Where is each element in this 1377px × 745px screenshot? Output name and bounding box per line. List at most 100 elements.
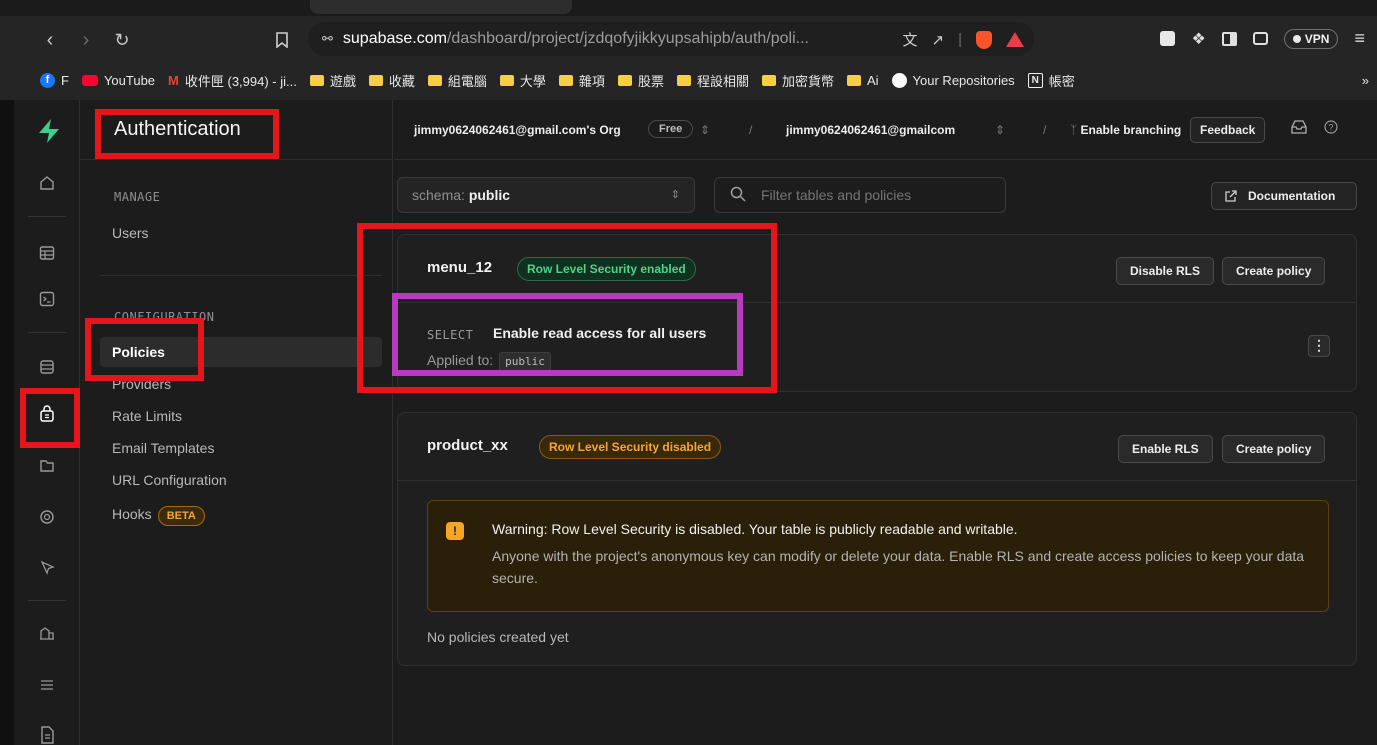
chevron-updown-icon: ⇕ (670, 189, 680, 201)
logs-icon[interactable] (36, 674, 58, 696)
bookmark-folder[interactable]: 股票 (617, 71, 664, 90)
bookmark-label: Your Repositories (912, 72, 1015, 88)
folder-icon (427, 74, 442, 86)
warning-icon: ! (446, 522, 464, 540)
enable-branching-button[interactable]: ᛉ Enable branching (1070, 123, 1181, 137)
vpn-button[interactable]: VPN (1283, 28, 1339, 49)
active-tab[interactable] (310, 0, 572, 14)
divider: | (958, 31, 962, 48)
bookmark-folder[interactable]: 收藏 (368, 71, 415, 90)
sidebar-item-label: Hooks (112, 506, 152, 522)
folder-icon (676, 74, 691, 86)
supabase-logo-icon[interactable] (36, 118, 62, 144)
sidebar-toggle-icon[interactable] (1221, 31, 1237, 46)
help-icon[interactable]: ? (1324, 120, 1338, 137)
browser-toolbar: ‹ › ↻ ⚯ supabase.com/dashboard/project/j… (0, 16, 1377, 64)
inbox-icon[interactable] (1291, 120, 1307, 137)
storage-icon[interactable] (36, 454, 58, 476)
bookmarks-overflow-button[interactable]: » (1362, 73, 1369, 88)
bookmark-label: F (61, 72, 69, 88)
brave-shields-icon[interactable] (976, 30, 992, 49)
bookmark-label: 加密貨幣 (781, 73, 834, 89)
bookmark-label: 帳密 (1048, 73, 1075, 89)
address-bar[interactable]: ⚯ supabase.com/dashboard/project/jzdqofy… (308, 22, 1034, 56)
folder-icon (761, 74, 776, 86)
bookmark-folder[interactable]: 大學 (499, 71, 546, 90)
bookmark-folder[interactable]: 組電腦 (427, 71, 487, 90)
sidebar-item-email-templates[interactable]: Email Templates (112, 437, 214, 459)
facebook-icon: f (40, 72, 55, 88)
feedback-button[interactable]: Feedback (1190, 117, 1266, 143)
bookmark-github[interactable]: Your Repositories (891, 72, 1015, 88)
home-icon[interactable] (36, 172, 58, 194)
menu-icon[interactable]: ≡ (1354, 28, 1365, 49)
create-policy-button[interactable]: Create policy (1222, 435, 1326, 463)
chevron-updown-icon[interactable]: ⇕ (700, 123, 710, 137)
bookmark-gmail[interactable]: M 收件匣 (3,994) - ji... (168, 71, 297, 90)
branch-icon: ᛉ (1070, 123, 1078, 137)
github-icon (891, 72, 907, 88)
rail-divider (28, 216, 66, 217)
vpn-label: VPN (1304, 31, 1330, 46)
table-editor-icon[interactable] (36, 242, 58, 264)
back-icon[interactable]: ‹ (38, 28, 62, 52)
bookmark-label: 雜項 (578, 73, 605, 89)
brave-rewards-icon[interactable] (1006, 32, 1024, 47)
schema-prefix: schema: (412, 187, 465, 203)
create-policy-button[interactable]: Create policy (1222, 257, 1326, 285)
database-icon[interactable] (36, 356, 58, 378)
breadcrumb-separator: / (1043, 123, 1047, 137)
filter-tables-input[interactable] (714, 177, 1006, 213)
rail-divider (28, 332, 66, 333)
svg-text:?: ? (1328, 123, 1333, 133)
edge-functions-icon[interactable] (36, 506, 58, 528)
bookmark-folder[interactable]: 遊戲 (309, 71, 356, 90)
youtube-icon (81, 74, 98, 86)
table-card-header: product_xx Row Level Security disabled E… (398, 413, 1356, 481)
app-root: ‹ › ↻ ⚯ supabase.com/dashboard/project/j… (0, 0, 1377, 745)
plan-badge: Free (648, 120, 694, 138)
bookmark-youtube[interactable]: YouTube (81, 73, 155, 88)
rls-warning-alert: ! Warning: Row Level Security is disable… (427, 500, 1329, 612)
site-settings-icon[interactable]: ⚯ (322, 31, 333, 47)
sidebar-item-users[interactable]: Users (112, 222, 149, 244)
bookmark-folder[interactable]: 雜項 (558, 71, 605, 90)
policy-actions-menu-icon[interactable]: ⋮ (1308, 335, 1330, 357)
api-docs-icon[interactable] (36, 724, 58, 745)
reports-icon[interactable] (36, 622, 58, 644)
bookmark-folder[interactable]: Ai (846, 73, 879, 88)
folder-icon (368, 74, 383, 86)
extensions-icon[interactable]: ❖ (1191, 29, 1205, 49)
chevron-updown-icon[interactable]: ⇕ (995, 123, 1005, 137)
bookmark-label: 大學 (519, 73, 546, 89)
annotation-box-title (95, 109, 279, 159)
org-selector[interactable]: jimmy0624062461@gmail.com's Org (414, 123, 621, 137)
project-selector[interactable]: jimmy0624062461@gmailcom (786, 123, 955, 137)
sql-editor-icon[interactable] (36, 288, 58, 310)
bookmark-page-icon[interactable] (270, 28, 294, 52)
overflow-label: » (1361, 72, 1369, 88)
bookmark-folder[interactable]: 加密貨幣 (761, 71, 834, 90)
bookmark-folder[interactable]: 程設相關 (676, 71, 749, 90)
warning-title: Warning: Row Level Security is disabled.… (492, 521, 1018, 537)
project-topbar: jimmy0624062461@gmail.com's Org Free ⇕ /… (394, 100, 1377, 160)
bookmark-notion[interactable]: N 帳密 (1027, 71, 1075, 90)
sidebar-item-url-configuration[interactable]: URL Configuration (112, 469, 227, 491)
documentation-button[interactable]: Documentation (1211, 182, 1357, 210)
forward-icon[interactable]: › (74, 28, 98, 52)
translate-icon[interactable]: 文 (903, 29, 918, 50)
empty-policies-text: No policies created yet (427, 629, 569, 645)
schema-value: public (468, 187, 511, 203)
disable-rls-button[interactable]: Disable RLS (1116, 257, 1215, 285)
sidebar-item-hooks[interactable]: Hooks BETA (112, 503, 205, 526)
share-icon[interactable]: ↗ (932, 31, 945, 49)
bookmark-label: 股票 (637, 73, 664, 89)
wallet-icon[interactable] (1252, 32, 1268, 45)
bookmark-facebook[interactable]: fF (40, 72, 69, 88)
telegram-extension-icon[interactable] (1160, 31, 1176, 46)
reload-icon[interactable]: ↻ (110, 28, 134, 52)
realtime-icon[interactable] (36, 556, 58, 578)
enable-rls-button[interactable]: Enable RLS (1118, 435, 1213, 463)
sidebar-item-rate-limits[interactable]: Rate Limits (112, 405, 182, 427)
schema-select[interactable]: schema: public ⇕ (397, 177, 695, 213)
